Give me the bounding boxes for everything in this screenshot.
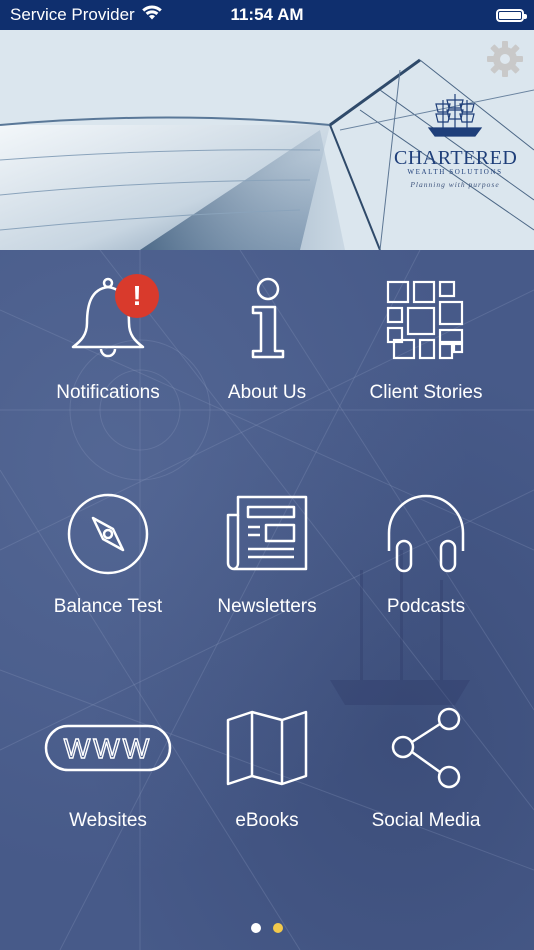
newspaper-icon bbox=[226, 495, 308, 571]
settings-button[interactable] bbox=[484, 38, 526, 80]
header-banner: CHARTERED WEALTH SOLUTIONS Planning with… bbox=[0, 30, 534, 250]
tile-client-stories[interactable]: Client Stories bbox=[337, 250, 515, 450]
social-media-icon-wrap bbox=[361, 698, 491, 798]
about-us-icon-wrap bbox=[202, 270, 332, 370]
tile-social-media[interactable]: Social Media bbox=[337, 678, 515, 878]
logo-tagline: Planning with purpose bbox=[410, 180, 500, 189]
tile-label-ebooks: eBooks bbox=[235, 810, 299, 831]
tile-newsletters[interactable]: Newsletters bbox=[178, 464, 356, 664]
tile-label-client-stories: Client Stories bbox=[369, 382, 483, 403]
tile-label-podcasts: Podcasts bbox=[386, 596, 466, 617]
tile-balance-test[interactable]: Balance Test bbox=[19, 464, 197, 664]
logo-subtitle: WEALTH SOLUTIONS bbox=[407, 168, 503, 176]
company-logo: CHARTERED WEALTH SOLUTIONS Planning with… bbox=[394, 92, 518, 189]
page-dot-1[interactable] bbox=[251, 923, 261, 933]
headphones-icon bbox=[387, 494, 465, 573]
page-indicator bbox=[0, 923, 534, 933]
compass-icon bbox=[67, 493, 149, 575]
client-stories-icon-wrap bbox=[361, 270, 491, 370]
ebooks-icon-wrap bbox=[202, 698, 332, 798]
main-grid: ! Notifications About Us Client Stories … bbox=[0, 250, 534, 950]
logo-brand: CHARTERED bbox=[394, 147, 518, 169]
tall-ship-icon bbox=[427, 94, 483, 137]
tile-label-about-us: About Us bbox=[227, 382, 307, 403]
info-icon bbox=[251, 277, 285, 359]
tile-label-websites: Websites bbox=[69, 810, 147, 831]
tile-websites[interactable]: WWW Websites bbox=[19, 678, 197, 878]
page-dot-2-active[interactable] bbox=[273, 923, 283, 933]
www-icon-text: WWW bbox=[64, 733, 152, 764]
tile-notifications[interactable]: ! Notifications bbox=[19, 250, 197, 450]
www-icon: WWW bbox=[44, 724, 172, 772]
tile-label-notifications: Notifications bbox=[56, 382, 160, 403]
map-icon bbox=[226, 710, 308, 786]
notification-badge: ! bbox=[115, 274, 159, 318]
podcasts-icon-wrap bbox=[361, 484, 491, 584]
balance-test-icon-wrap bbox=[43, 484, 173, 584]
tile-label-balance-test: Balance Test bbox=[53, 596, 163, 617]
status-left: Service Provider bbox=[10, 4, 163, 26]
battery-icon bbox=[496, 8, 527, 22]
tile-ebooks[interactable]: eBooks bbox=[178, 678, 356, 878]
newsletters-icon-wrap bbox=[202, 484, 332, 584]
share-icon bbox=[391, 707, 461, 789]
tile-podcasts[interactable]: Podcasts bbox=[337, 464, 515, 664]
status-bar: Service Provider 11:54 AM bbox=[0, 0, 534, 30]
gear-icon bbox=[487, 41, 523, 77]
websites-icon-wrap: WWW bbox=[43, 698, 173, 798]
tile-label-social-media: Social Media bbox=[371, 810, 481, 831]
status-right bbox=[496, 8, 527, 22]
tile-label-newsletters: Newsletters bbox=[217, 596, 317, 617]
carrier-label: Service Provider bbox=[10, 5, 135, 24]
wifi-icon bbox=[141, 4, 163, 26]
grid-pattern-icon bbox=[386, 280, 464, 360]
notifications-icon-wrap: ! bbox=[43, 270, 173, 370]
tile-about-us[interactable]: About Us bbox=[178, 250, 356, 450]
